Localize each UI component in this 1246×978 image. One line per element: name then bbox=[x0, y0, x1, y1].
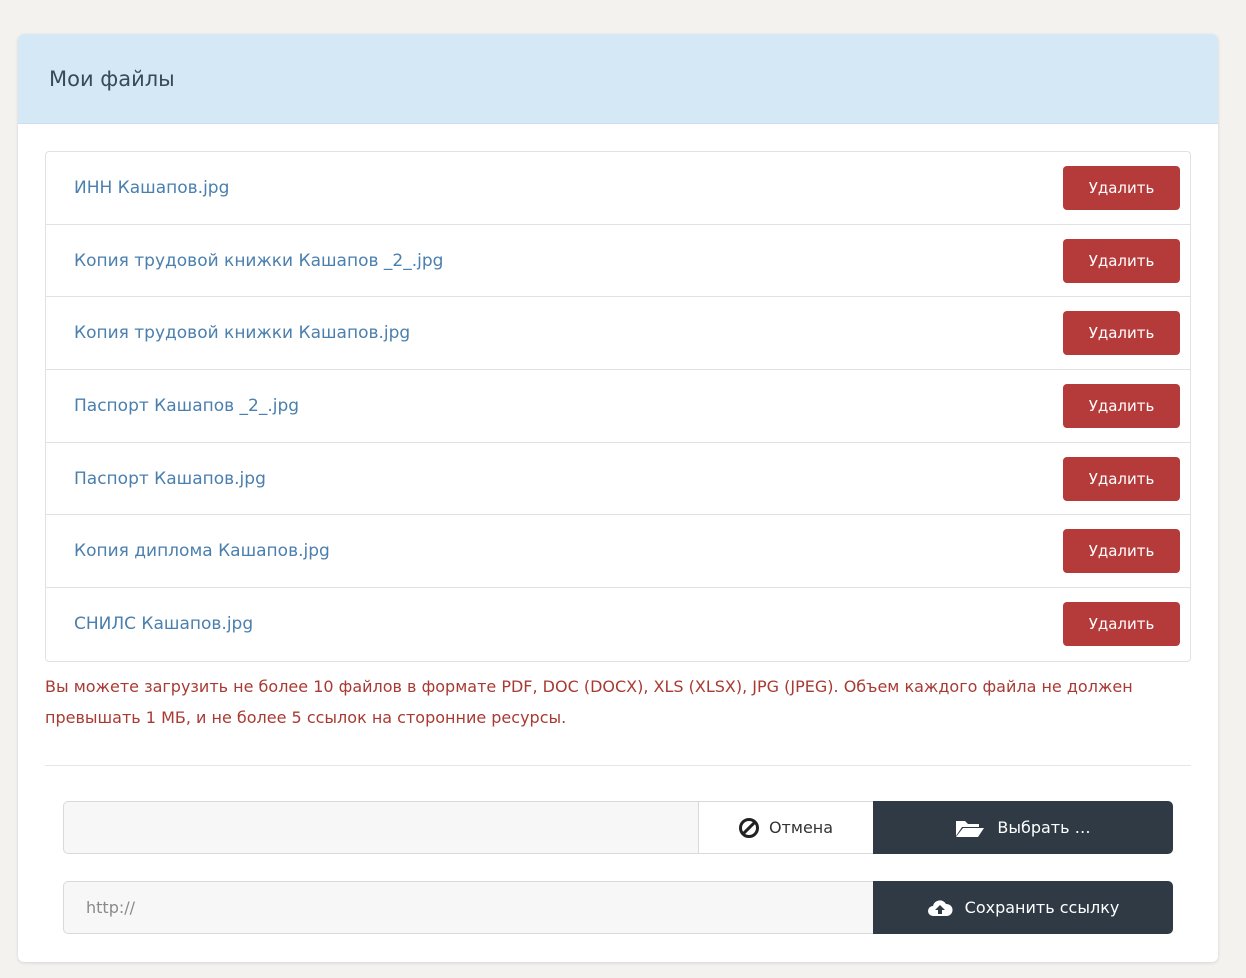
ban-icon bbox=[738, 817, 759, 838]
url-input[interactable] bbox=[63, 881, 873, 934]
delete-button[interactable]: Удалить bbox=[1063, 602, 1180, 647]
file-link[interactable]: СНИЛС Кашапов.jpg bbox=[74, 614, 253, 634]
file-link[interactable]: Копия трудовой книжки Кашапов _2_.jpg bbox=[74, 251, 443, 271]
file-link[interactable]: ИНН Кашапов.jpg bbox=[74, 178, 229, 198]
file-link[interactable]: Паспорт Кашапов.jpg bbox=[74, 469, 266, 489]
delete-button[interactable]: Удалить bbox=[1063, 238, 1180, 283]
file-row: ИНН Кашапов.jpg Удалить bbox=[46, 152, 1190, 225]
cloud-upload-icon bbox=[927, 899, 953, 916]
file-row: Копия диплома Кашапов.jpg Удалить bbox=[46, 515, 1190, 589]
file-row: СНИЛС Кашапов.jpg Удалить bbox=[46, 588, 1190, 661]
cancel-button[interactable]: Отмена bbox=[698, 801, 873, 854]
panel-header: Мои файлы bbox=[18, 34, 1218, 124]
file-row: Паспорт Кашапов _2_.jpg Удалить bbox=[46, 370, 1190, 443]
file-link[interactable]: Копия трудовой книжки Кашапов.jpg bbox=[74, 323, 410, 343]
delete-button[interactable]: Удалить bbox=[1063, 165, 1180, 210]
save-link-label: Сохранить ссылку bbox=[964, 898, 1120, 917]
divider bbox=[45, 765, 1191, 766]
file-list: ИНН Кашапов.jpg Удалить Копия трудовой к… bbox=[45, 151, 1191, 662]
delete-button[interactable]: Удалить bbox=[1063, 529, 1180, 574]
browse-button[interactable]: Выбрать … bbox=[873, 801, 1173, 854]
panel-title: Мои файлы bbox=[49, 66, 175, 91]
upload-limits-notice: Вы можете загрузить не более 10 файлов в… bbox=[45, 677, 1133, 727]
delete-button[interactable]: Удалить bbox=[1063, 383, 1180, 428]
browse-label: Выбрать … bbox=[997, 818, 1091, 837]
folder-open-icon bbox=[956, 820, 985, 837]
file-link[interactable]: Паспорт Кашапов _2_.jpg bbox=[74, 396, 299, 416]
file-caption-field[interactable] bbox=[63, 801, 698, 854]
save-link-button[interactable]: Сохранить ссылку bbox=[873, 881, 1173, 934]
delete-button[interactable]: Удалить bbox=[1063, 311, 1180, 356]
file-link[interactable]: Копия диплома Кашапов.jpg bbox=[74, 541, 330, 561]
my-files-panel: Мои файлы ИНН Кашапов.jpg Удалить Копия … bbox=[18, 34, 1218, 962]
file-row: Копия трудовой книжки Кашапов.jpg Удалит… bbox=[46, 297, 1190, 371]
file-row: Копия трудовой книжки Кашапов _2_.jpg Уд… bbox=[46, 225, 1190, 298]
link-upload-group: Сохранить ссылку bbox=[63, 881, 1173, 934]
file-row: Паспорт Кашапов.jpg Удалить bbox=[46, 443, 1190, 516]
cancel-label: Отмена bbox=[768, 818, 834, 837]
file-upload-group: Отмена Выбрать … bbox=[63, 801, 1173, 854]
delete-button[interactable]: Удалить bbox=[1063, 456, 1180, 501]
